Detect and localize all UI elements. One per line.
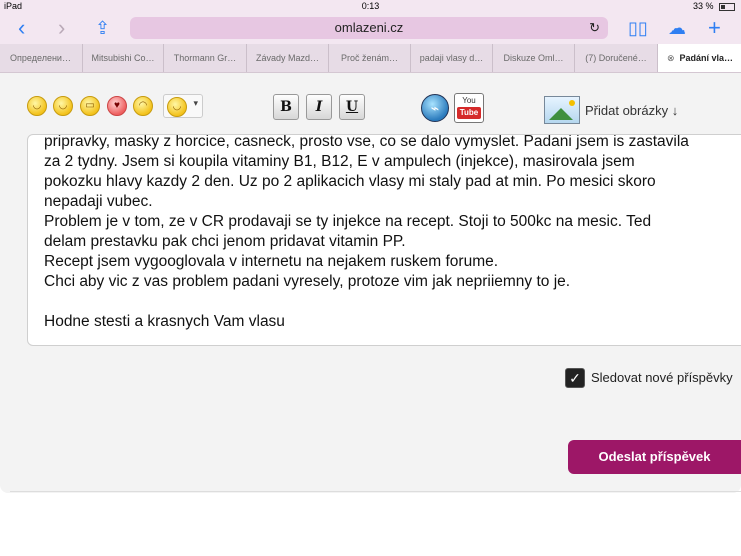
love-icon[interactable]: ♥ xyxy=(107,96,127,116)
tab-label: (7) Doručené… xyxy=(585,53,647,63)
image-sun xyxy=(569,100,575,106)
share-icon[interactable]: ⇪ xyxy=(95,17,110,39)
tab[interactable]: Thormann Gr… xyxy=(163,44,246,72)
italic-button[interactable]: I xyxy=(306,94,332,120)
tab-label: Thormann Gr… xyxy=(173,53,237,63)
url-text: omlazeni.cz xyxy=(334,20,404,35)
follow-checkbox[interactable]: ✓ xyxy=(565,368,585,388)
tab-label: Mitsubishi Co… xyxy=(91,53,155,63)
forward-icon[interactable]: › xyxy=(58,17,65,39)
bold-button[interactable]: B xyxy=(273,94,299,120)
tab[interactable]: padaji vlasy d… xyxy=(410,44,492,72)
add-images-link[interactable]: Přidat obrázky ↓ xyxy=(585,103,678,118)
new-tab-icon[interactable]: + xyxy=(708,17,721,39)
address-bar[interactable]: omlazeni.cz ↻ xyxy=(130,17,608,39)
tab-label: Diskuze Oml… xyxy=(503,53,564,63)
divider xyxy=(10,491,741,492)
back-icon[interactable]: ‹ xyxy=(18,17,25,39)
underline-button[interactable]: U xyxy=(339,94,365,120)
smiley-icon: ◡ xyxy=(167,97,187,117)
tab-label: Padání vla… xyxy=(679,53,734,63)
battery-icon xyxy=(719,2,735,11)
youtube-button[interactable]: You Tube xyxy=(454,93,484,123)
message-line: za 2 tydny. Jsem si koupila vitaminy B1,… xyxy=(44,153,635,170)
tab[interactable]: Mitsubishi Co… xyxy=(82,44,163,72)
message-line: pokozku hlavy kazdy 2 den. Uz po 2 aplik… xyxy=(44,173,656,190)
message-line: Problem je v tom, ze v CR prodavaji se t… xyxy=(44,213,652,230)
clock: 0:13 xyxy=(361,1,380,11)
grin-icon[interactable]: ▭ xyxy=(80,96,100,116)
message-text: pripravky, masky z horcice, casneck, pro… xyxy=(44,134,734,332)
message-line xyxy=(44,292,734,312)
follow-label: Sledovat nové příspěvky xyxy=(591,370,733,385)
editor-toolbar: ◡ ◡ ▭ ♥ ◠ ◡ ▾ B I U ⌁ You Tube Přidat ob… xyxy=(0,90,741,130)
message-line: pripravky, masky z horcice, casneck, pro… xyxy=(44,134,689,150)
close-icon[interactable]: ⊗ xyxy=(667,53,675,63)
smiley-icon[interactable]: ◡ xyxy=(27,96,47,116)
battery-indicator: 33 % xyxy=(693,1,735,11)
reload-icon[interactable]: ↻ xyxy=(589,17,600,39)
tab[interactable]: Определени… xyxy=(0,44,81,72)
more-smileys-dropdown[interactable]: ◡ ▾ xyxy=(163,94,203,118)
tab[interactable]: Diskuze Oml… xyxy=(492,44,574,72)
tab-bar: Определени… Mitsubishi Co… Thormann Gr… … xyxy=(0,44,741,73)
wink-icon[interactable]: ◡ xyxy=(53,96,73,116)
youtube-icon-top: You xyxy=(462,96,476,105)
youtube-icon-bottom: Tube xyxy=(457,107,481,119)
sad-icon[interactable]: ◠ xyxy=(133,96,153,116)
battery-percent: 33 % xyxy=(692,1,714,11)
message-line: Chci aby vic z vas problem padani vyrese… xyxy=(44,273,571,290)
image-mountain xyxy=(549,108,573,120)
message-line: Recept jsem vygooglovala v internetu na … xyxy=(44,253,499,270)
tab-label: Proč ženám… xyxy=(340,53,399,63)
message-line: delam prestavku pak chci jenom pridavat … xyxy=(44,233,406,250)
message-line: Hodne stesti a krasnych Vam vlasu xyxy=(44,313,285,330)
browser-toolbar: ‹ › ⇪ omlazeni.cz ↻ ▯▯ ☁ + xyxy=(0,14,741,44)
status-bar: iPad 0:13 33 % xyxy=(0,0,741,14)
tab-label: Závady Mazd… xyxy=(255,53,320,63)
tab[interactable]: Závady Mazd… xyxy=(246,44,328,72)
tab[interactable]: (7) Doručené… xyxy=(574,44,657,72)
message-textarea[interactable]: pripravky, masky z horcice, casneck, pro… xyxy=(27,134,741,346)
bookmarks-icon[interactable]: ▯▯ xyxy=(628,17,648,39)
tab[interactable]: Proč ženám… xyxy=(328,44,410,72)
image-icon[interactable] xyxy=(544,96,580,124)
message-line: nepadaji vubec. xyxy=(44,193,153,210)
cloud-tabs-icon[interactable]: ☁ xyxy=(668,17,686,39)
submit-post-button[interactable]: Odeslat příspěvek xyxy=(568,440,741,474)
tab-label: padaji vlasy d… xyxy=(419,53,484,63)
tab-label: Определени… xyxy=(10,53,71,63)
chevron-down-icon: ▾ xyxy=(193,98,198,108)
tab-active[interactable]: ⊗ Padání vla… xyxy=(657,44,741,72)
insert-link-icon[interactable]: ⌁ xyxy=(421,94,449,122)
